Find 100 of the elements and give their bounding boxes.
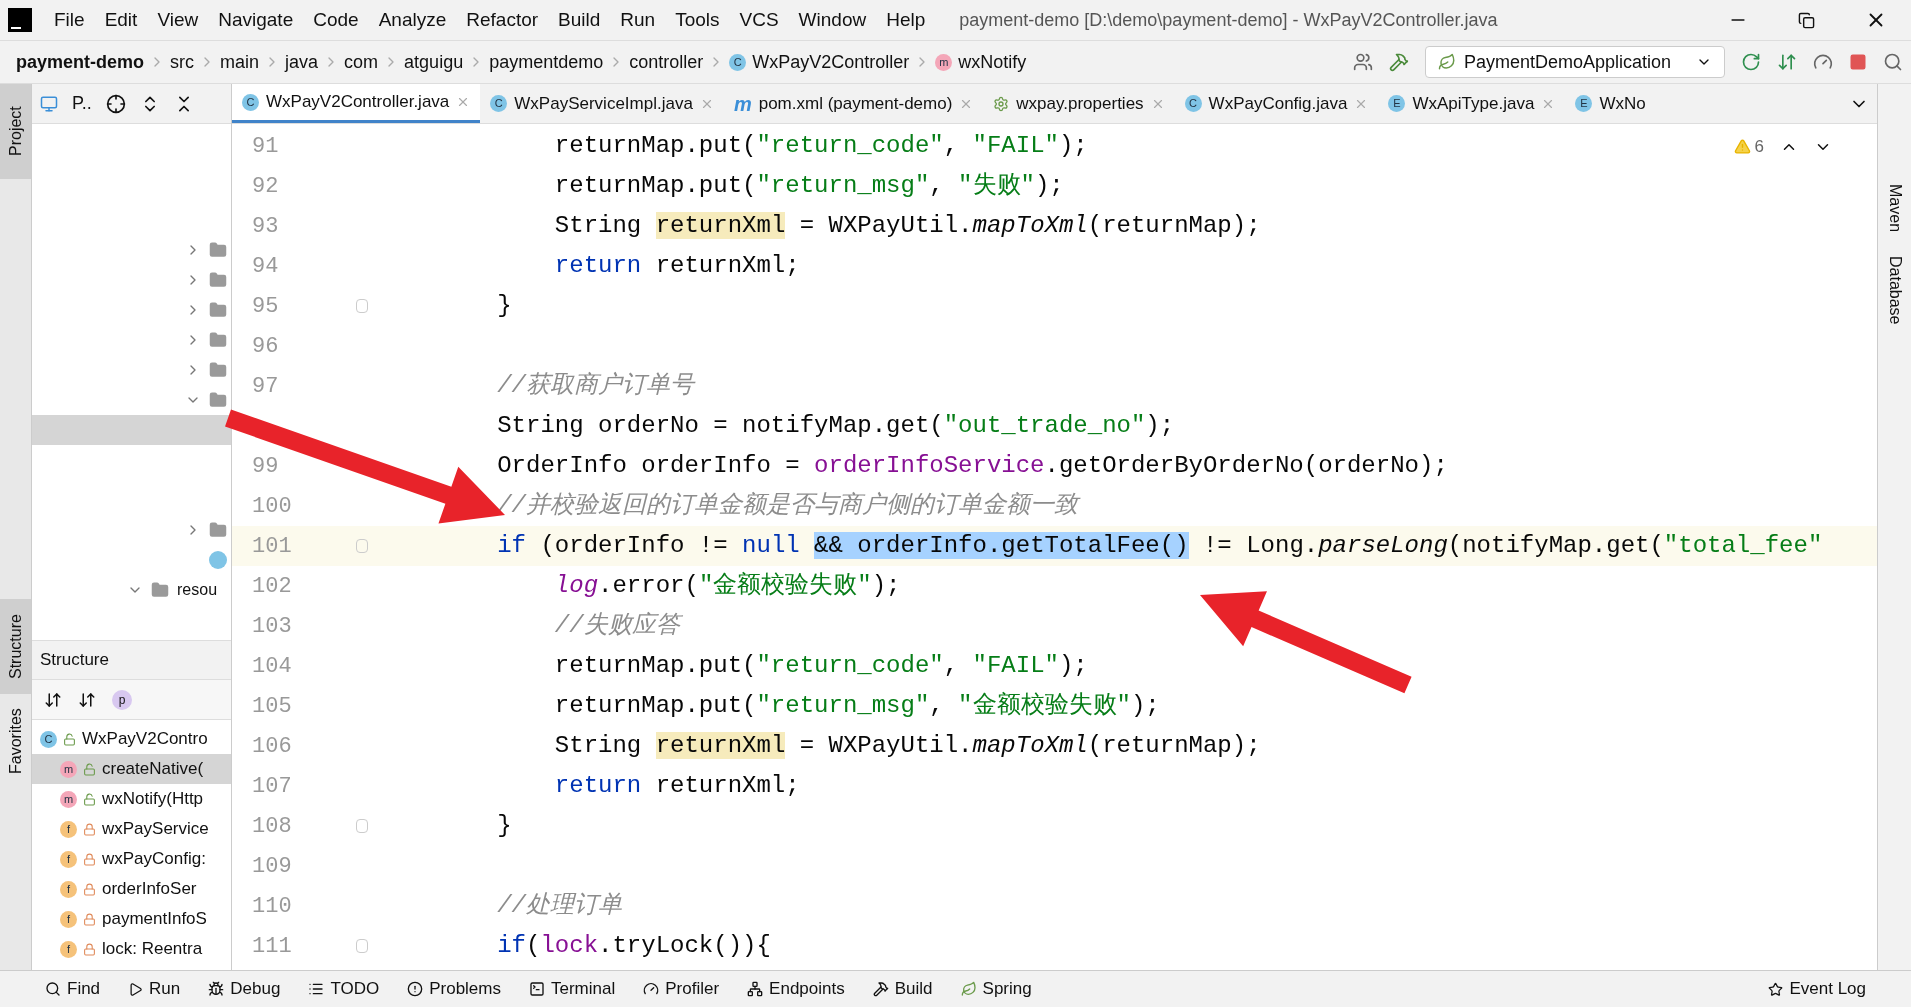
tool-window-button[interactable]: TODO — [308, 976, 380, 1002]
code-line: } — [496, 291, 512, 321]
lock-icon — [83, 942, 96, 956]
fold-marker-icon[interactable] — [356, 819, 368, 833]
line-number: 92 — [252, 172, 279, 201]
structure-item[interactable]: f orderInfoSer — [32, 874, 231, 904]
fold-marker-icon[interactable] — [356, 299, 368, 313]
tool-window-button[interactable]: Profiler — [643, 976, 720, 1002]
search-icon[interactable] — [1883, 52, 1903, 72]
editor-tab[interactable]: E WxApiType.java — [1378, 84, 1566, 123]
restore-icon[interactable] — [1798, 11, 1815, 29]
locate-icon[interactable] — [105, 93, 126, 114]
run-configuration-dropdown[interactable]: PaymentDemoApplication — [1425, 46, 1725, 78]
folder-icon — [209, 331, 227, 349]
app-logo-icon — [8, 8, 32, 32]
editor-tab[interactable]: C WxPayServiceImpl.java — [480, 84, 724, 123]
tool-window-button[interactable]: Problems — [407, 976, 501, 1002]
tool-window-tab[interactable]: Project — [0, 84, 31, 179]
editor-tab[interactable]: C WxPayConfig.java — [1174, 84, 1379, 123]
tool-window-button[interactable]: Find — [45, 976, 101, 1002]
editor-tab[interactable]: wxpay.properties — [983, 84, 1175, 123]
tool-window-button[interactable]: Spring — [960, 976, 1032, 1002]
menu-item[interactable]: VCS — [739, 5, 779, 35]
editor-tab[interactable]: C WxPayV2Controller.java — [232, 84, 481, 123]
menu-item[interactable]: Refactor — [466, 5, 539, 35]
breadcrumb-item[interactable]: payment-demo — [16, 48, 145, 76]
breadcrumb-item[interactable]: m wxNotify — [935, 48, 1027, 76]
menu-item[interactable]: View — [157, 5, 199, 35]
menu-item[interactable]: File — [54, 5, 85, 35]
breadcrumb-item[interactable]: C WxPayV2Controller — [729, 48, 910, 76]
code-line: //获取商户订单号 — [496, 371, 695, 401]
tool-window-tab[interactable]: Database — [1882, 256, 1907, 325]
maven-icon: m — [733, 93, 752, 114]
breadcrumb-item[interactable]: main — [220, 48, 260, 76]
rerun-icon[interactable] — [1741, 52, 1761, 72]
tool-window-button[interactable]: Terminal — [529, 976, 616, 1002]
event-log-button[interactable]: Event Log — [1768, 976, 1866, 1002]
field-icon: f — [60, 910, 77, 928]
stop-icon[interactable] — [1849, 53, 1867, 71]
structure-item[interactable]: f paymentInfoS — [32, 904, 231, 934]
enum-icon: E — [1575, 95, 1593, 112]
hammer-icon — [872, 981, 889, 997]
structure-item[interactable]: f wxPayConfig: — [32, 844, 231, 874]
structure-item[interactable]: f lock: Reentra — [32, 934, 231, 964]
tool-window-tab[interactable]: Maven — [1882, 184, 1907, 233]
breadcrumb-item[interactable]: src — [170, 48, 195, 76]
editor-tab[interactable]: E WxNo — [1565, 84, 1656, 123]
tool-window-tab[interactable]: Favorites — [0, 694, 31, 789]
editor-tab[interactable]: m pom.xml (payment-demo) — [723, 84, 984, 123]
class-icon: C — [490, 95, 508, 112]
tool-window-button[interactable]: Debug — [208, 976, 281, 1002]
code-line: returnMap.put("return_code", "FAIL"); — [553, 131, 1088, 161]
structure-item[interactable]: m wxNotify(Http — [32, 784, 231, 814]
method-icon: m — [60, 790, 77, 808]
sort-icon[interactable] — [44, 690, 62, 709]
gauge-icon — [643, 981, 660, 997]
tool-window-tab[interactable]: Structure — [0, 599, 31, 694]
menu-item[interactable]: Code — [313, 5, 359, 35]
menu-item[interactable]: Build — [558, 5, 601, 35]
code-line: return returnXml; — [553, 771, 800, 801]
breadcrumb-item[interactable]: controller — [629, 48, 704, 76]
code-line: if (orderInfo != null && orderInfo.getTotalFee() != Long.parseLong(notifyMap.get("total_fee" — [496, 531, 1823, 561]
tool-window-button[interactable]: Build — [872, 976, 933, 1002]
code-line: return returnXml; — [553, 251, 800, 281]
breadcrumb-item[interactable]: atguigu — [404, 48, 464, 76]
menu-item[interactable]: Window — [798, 5, 867, 35]
fold-marker-icon[interactable] — [356, 539, 368, 553]
menu-item[interactable]: Analyze — [378, 5, 447, 35]
unlock-icon — [83, 792, 96, 806]
code-line: returnMap.put("return_code", "FAIL"); — [553, 651, 1088, 681]
menu-item[interactable]: Navigate — [218, 5, 294, 35]
menu-item[interactable]: Tools — [675, 5, 720, 35]
sort-alpha-icon[interactable] — [78, 690, 96, 709]
profiler-icon[interactable] — [1813, 52, 1833, 72]
breadcrumb-item[interactable]: com — [344, 48, 379, 76]
breadcrumb-item[interactable]: paymentdemo — [489, 48, 604, 76]
lock-icon — [83, 882, 96, 896]
panel-title-dropdown[interactable]: P.. — [72, 90, 92, 117]
menu-item[interactable]: Run — [620, 5, 656, 35]
tool-window-button[interactable]: Run — [128, 976, 181, 1002]
users-icon[interactable] — [1353, 52, 1373, 72]
tree-row[interactable]: resou — [32, 575, 231, 605]
menu-item[interactable]: Edit — [104, 5, 138, 35]
code-line: } — [496, 811, 512, 841]
line-number: 95 — [252, 292, 279, 321]
structure-item[interactable]: m createNative( — [32, 754, 231, 784]
structure-item[interactable]: f wxPayService — [32, 814, 231, 844]
panel-icon — [40, 94, 58, 113]
menu-item[interactable]: Help — [886, 5, 926, 35]
structure-item[interactable]: C WxPayV2Contro — [32, 724, 231, 754]
breadcrumb-item[interactable]: java — [285, 48, 319, 76]
code-line: if(lock.tryLock()){ — [496, 931, 771, 961]
hammer-icon[interactable] — [1389, 52, 1409, 72]
code-line: String returnXml = WXPayUtil.mapToXml(returnMap); — [553, 211, 1261, 241]
tool-window-button[interactable]: Endpoints — [747, 976, 845, 1002]
warnings-indicator[interactable]: 6 — [1733, 134, 1764, 160]
filter-button[interactable]: p — [112, 689, 132, 710]
field-icon: f — [60, 880, 77, 898]
fold-marker-icon[interactable] — [356, 939, 368, 953]
class-file-icon — [209, 551, 227, 569]
